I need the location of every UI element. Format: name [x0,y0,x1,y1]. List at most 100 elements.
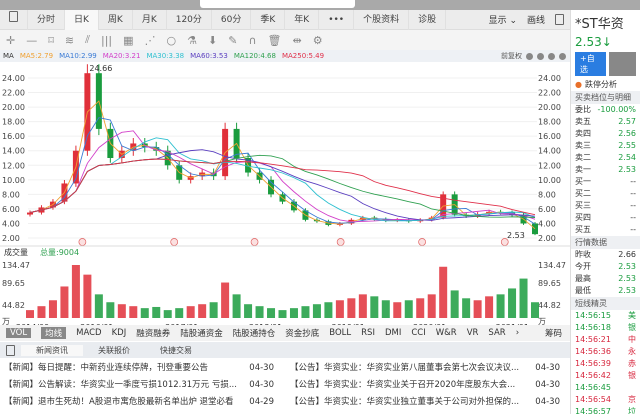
sprite-row[interactable]: 14:56:42 银 [571,370,640,382]
book-price: -- [630,177,636,186]
indicator-tab[interactable]: W&R [436,328,457,338]
book-price: -- [630,213,636,222]
sprite-name: 永 [628,347,636,356]
event-marker-icon [418,238,426,246]
sprite-row[interactable]: 14:56:39 赤 [571,358,640,370]
news-title: 【新闻】退市生死劫！A股退市寓危股最新名单出炉 退堂必看 [4,397,234,407]
quote-value: 2.53 [618,262,636,271]
quote-row: 最低 2.53 [571,285,640,297]
indicator-tab[interactable]: 陆股通持仓 [233,327,276,339]
chips-tab[interactable]: 筹码 [545,327,570,339]
volume-bar [508,288,517,318]
volume-tick-left: 89.65 [2,279,25,288]
max-price-label: 24.66 [89,64,112,73]
sprite-name: 垃 [628,407,636,414]
order-book-title: 买卖档位与明细 [571,91,640,104]
news-item[interactable]: 【新闻】每日提醒：中新药业连续停牌，刊登重要公告 04-30 [4,360,274,377]
indicator-tab[interactable]: CCI [411,328,425,338]
volume-bar [416,298,425,318]
news-item[interactable]: 【新闻】退市生死劫！A股退市寓危股最新名单出炉 退堂必看 04-29 [4,394,274,411]
price-tick-right: 10.00 [538,176,561,185]
indicator-tab[interactable]: MACD [76,328,101,338]
candle-body [27,212,33,215]
event-marker-icon [78,238,87,246]
indicator-tab[interactable]: 陆股通资金 [180,327,223,339]
price-tick-right: 2.00 [538,234,556,243]
quote-title: 行情数据 [571,236,640,249]
indicator-tab[interactable]: 资金抄底 [285,327,319,339]
sprite-row[interactable]: 14:56:36 永 [571,346,640,358]
tab-related-quotes[interactable]: 关联报价 [83,345,145,356]
news-item[interactable]: 【公告】华资实业：华资实业独立董事关于公司对外担保的... 04-30 [290,394,560,411]
sprite-row[interactable]: 14:56:54 京 [571,394,640,406]
book-label: 卖一 [575,165,591,174]
volume-bar [278,310,287,318]
indicator-tab[interactable]: BOLL [329,328,351,338]
news-title: 【公告】华资实业：华资实业独立董事关于公司对外担保的... [290,397,520,407]
news-item[interactable]: 【公告】华资实业：华资实业第八届董事会第七次会议决议... 04-30 [290,360,560,377]
limit-analysis-link[interactable]: 跌停分析 [585,79,617,91]
sprite-row[interactable]: 14:56:18 银 [571,322,640,334]
book-row: 卖二 2.54 [571,152,640,164]
volume-bar [48,300,57,318]
volume-tick-left: 万 [2,317,10,325]
indicator-tab[interactable]: › [516,328,519,338]
quote-row: 最高 2.53 [571,273,640,285]
collapse-icon[interactable] [6,344,15,356]
volume-label: 成交量 [4,247,28,257]
news-item[interactable]: 【公告】华资实业：华资实业关于召开2020年度股东大会... 04-30 [290,377,560,394]
sprite-row[interactable]: 14:56:21 中 [571,334,640,346]
news-title: 【公告】华资实业：华资实业第八届董事会第七次会议决议... [290,363,520,373]
news-list-right: 【公告】华资实业：华资实业第八届董事会第七次会议决议... 04-30 【公告】华资… [290,360,560,411]
book-label: 卖三 [575,141,591,150]
volume-bar [347,298,356,318]
volume-tick-right: 44.82 [538,301,561,310]
price-tick-left: 10.00 [2,176,25,185]
ratio-value: -100.00% [597,105,636,114]
book-label: 卖二 [575,153,591,162]
sprite-time: 14:56:39 [575,359,611,368]
limit-down-icon: ● [575,80,582,89]
tab-news[interactable]: 新闻资讯 [21,344,83,356]
add-watchlist-button[interactable]: +自选 [575,52,606,76]
news-item[interactable]: 【新闻】公告解读：华资实业一季度亏损1012.31万元 亏损... 04-30 [4,377,274,394]
book-row: 买四 -- [571,212,640,224]
indicator-tab[interactable]: 融资融券 [136,327,170,339]
indicator-tab[interactable]: VOL [6,328,32,338]
quote-row: 昨收 2.66 [571,249,640,261]
indicator-tab[interactable]: SAR [488,328,505,338]
volume-bar [221,282,230,318]
sprite-row[interactable]: 14:56:57 垃 [571,406,640,414]
sprite-row[interactable]: 14:56:15 美 [571,310,640,322]
kline-chart[interactable]: 24.00 24.00 22.00 22.00 20.00 20.00 18.00 18.00… [0,0,570,325]
indicator-tab[interactable]: DMI [385,328,401,338]
volume-tick-right: 134.47 [538,261,566,270]
indicator-tab[interactable]: VR [467,328,479,338]
price-tick-left: 14.00 [2,147,25,156]
news-date: 04-30 [249,363,274,373]
quote-row: 今开 2.53 [571,261,640,273]
book-label: 买三 [575,201,591,210]
more-button[interactable] [608,52,636,76]
volume-bar [106,302,115,318]
event-marker-icon [170,238,179,246]
indicator-tab[interactable]: RSI [361,328,375,338]
volume-total: 总量:9004 [40,247,79,257]
volume-bar [60,286,69,318]
book-row: 卖四 2.56 [571,128,640,140]
book-row: 买五 -- [571,224,640,236]
tab-quick-trade[interactable]: 快捷交易 [145,345,207,356]
volume-bar [198,304,207,318]
volume-bar [496,294,505,318]
indicator-tab[interactable]: 均线 [41,327,67,339]
volume-bar [94,294,103,318]
volume-bar [519,278,528,318]
price-value: 2.53 [575,35,602,49]
indicator-tab[interactable]: KDJ [112,328,127,338]
volume-bar [140,308,149,318]
volume-bar [301,306,310,318]
volume-bar [255,306,264,318]
sprite-row[interactable]: 14:56:45 [571,382,640,394]
quote-value: 2.66 [618,250,636,259]
volume-bar [117,304,126,318]
